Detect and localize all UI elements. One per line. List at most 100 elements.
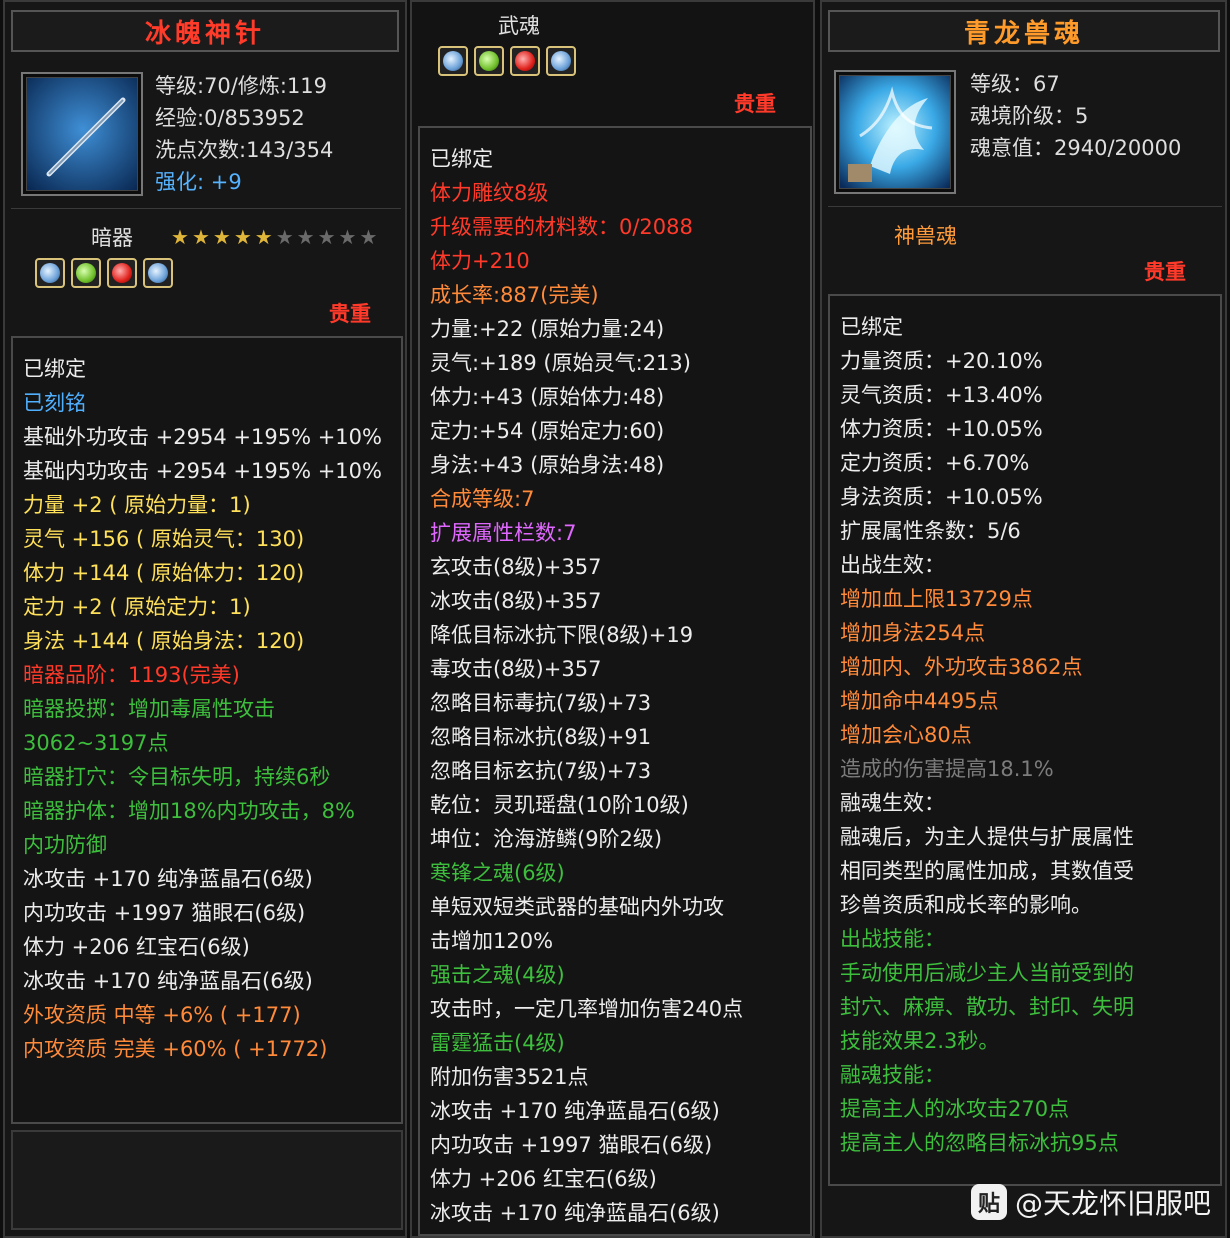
attribute-line: 暗器护体：增加18%内功攻击，8% — [23, 799, 355, 823]
attribute-line: 相同类型的属性加成，其数值受 — [840, 859, 1134, 883]
attribute-line: 灵气 +156 ( 原始灵气：130) — [23, 527, 305, 551]
enhance-label: 强化: +9 — [155, 170, 242, 194]
star-empty-icon: ★ — [296, 225, 315, 249]
attribute-line: 合成等级:7 — [430, 487, 535, 511]
attribute-line: 3062~3197点 — [23, 731, 169, 755]
attribute-line: 内攻资质 完美 +60% ( +1772) — [23, 1037, 328, 1061]
blue-gem-icon[interactable] — [35, 258, 65, 288]
item-reset-line: 洗点次数:143/354 — [155, 138, 334, 162]
needle-icon — [26, 77, 138, 191]
item-tooltip-beast-soul: 青龙兽魂 等级：67 魂境阶级：5 魂意值：2940/20000 神兽魂 贵重 … — [820, 0, 1227, 1238]
item-title-bar: 冰魄神针 — [11, 10, 399, 52]
attribute-line: 融魂生效： — [840, 791, 945, 815]
attribute-line: 冰攻击 +170 纯净蓝晶石(6级) — [23, 867, 313, 891]
star-filled-icon: ★ — [191, 225, 210, 249]
blue-gem-icon[interactable] — [143, 258, 173, 288]
item-title: 青龙兽魂 — [963, 18, 1084, 49]
attribute-line: 封穴、麻痹、散功、封印、失明 — [840, 995, 1134, 1019]
item-tooltip-weapon-soul: 武魂 贵重 已绑定 体力雕纹8级 升级需要的材料数：0/2088 体力+210 成长率:… — [410, 0, 815, 1238]
item-title-bar: 青龙兽魂 — [828, 10, 1220, 52]
attribute-line: 手动使用后减少主人当前受到的 — [840, 961, 1134, 985]
attribute-line: 已绑定 — [840, 315, 903, 339]
attribute-line: 增加命中4495点 — [840, 689, 999, 713]
attribute-line: 基础外功攻击 +2954 +195% +10% — [23, 425, 382, 449]
attribute-line: 内功攻击 +1997 猫眼石(6级) — [23, 901, 306, 925]
attribute-line: 忽略目标玄抗(7级)+73 — [430, 759, 652, 783]
star-empty-icon: ★ — [338, 225, 357, 249]
divider — [11, 208, 401, 209]
attribute-line: 坤位：沧海游鳞(9阶2级) — [430, 827, 663, 851]
item-level-line: 等级:70/修炼:119 — [155, 74, 328, 98]
item-exp-line: 经验:0/853952 — [155, 106, 305, 130]
blue-gem-icon[interactable] — [438, 46, 468, 76]
attribute-line: 体力 +144 ( 原始体力：120) — [23, 561, 305, 585]
star-filled-icon: ★ — [171, 225, 189, 249]
attribute-line: 融魂后，为主人提供与扩展属性 — [840, 825, 1134, 849]
attribute-line: 力量 +2 ( 原始力量：1) — [23, 493, 251, 517]
attribute-line: 成长率:887(完美) — [430, 283, 599, 307]
red-gem-icon[interactable] — [510, 46, 540, 76]
attribute-line: 身法资质：+10.05% — [840, 485, 1043, 509]
attribute-line: 毒攻击(8级)+357 — [430, 657, 602, 681]
attribute-line: 增加会心80点 — [840, 723, 972, 747]
attribute-line: 提高主人的忽略目标冰抗95点 — [840, 1131, 1119, 1155]
attribute-line: 忽略目标冰抗(8级)+91 — [430, 725, 652, 749]
star-filled-icon: ★ — [212, 225, 231, 249]
blue-gem-icon[interactable] — [546, 46, 576, 76]
valuable-tag: 贵重 — [329, 301, 371, 326]
star-empty-icon: ★ — [275, 225, 294, 249]
attribute-line: 雷霆猛击(4级) — [430, 1031, 565, 1055]
item-tooltip-hidden-weapon: 冰魄神针 等级:70/修炼:119 经验:0/853952 洗点次数:143/3… — [3, 0, 407, 1238]
attribute-line: 体力资质：+10.05% — [840, 417, 1043, 441]
gem-slots — [438, 46, 576, 76]
attribute-line: 定力资质：+6.70% — [840, 451, 1030, 475]
attribute-line: 内功攻击 +1997 猫眼石(6级) — [430, 1133, 713, 1157]
tooltip-footer — [11, 1130, 403, 1230]
attribute-line: 附加伤害3521点 — [430, 1065, 589, 1089]
divider — [828, 206, 1222, 207]
green-gem-icon[interactable] — [71, 258, 101, 288]
attribute-line: 身法 +144 ( 原始身法：120) — [23, 629, 305, 653]
attribute-line: 单短双短类武器的基础内外功攻 — [430, 895, 724, 919]
attribute-list: 已绑定 已刻铭 基础外功攻击 +2954 +195% +10% 基础内功攻击 +295… — [11, 336, 403, 1124]
attribute-line: 冰攻击 +170 纯净蓝晶石(6级) — [430, 1099, 720, 1123]
attribute-line: 击增加120% — [430, 929, 554, 953]
attribute-line: 降低目标冰抗下限(8级)+19 — [430, 623, 694, 647]
item-enhance-line: 强化: +9 — [155, 166, 242, 198]
attribute-line: 融魂技能： — [840, 1063, 945, 1087]
tieba-logo-icon: 贴 — [970, 1184, 1007, 1220]
attribute-line: 攻击时，一定几率增加伤害240点 — [430, 997, 744, 1021]
attribute-line: 定力 +2 ( 原始定力：1) — [23, 595, 251, 619]
attribute-line: 灵气资质：+13.40% — [840, 383, 1043, 407]
attribute-line: 体力 +206 红宝石(6级) — [23, 935, 250, 959]
watermark: 贴 @天龙怀旧服吧 — [970, 1182, 1211, 1222]
item-icon[interactable] — [834, 70, 956, 194]
star-empty-icon: ★ — [359, 225, 378, 249]
attribute-line: 出战生效： — [840, 553, 945, 577]
attribute-line: 暗器打穴：令目标失明，持续6秒 — [23, 765, 331, 789]
attribute-line: 身法:+43 (原始身法:48) — [430, 453, 665, 477]
attribute-line: 定力:+54 (原始定力:60) — [430, 419, 665, 443]
attribute-line: 升级需要的材料数：0/2088 — [430, 215, 693, 239]
soul-will-line: 魂意值：2940/20000 — [970, 136, 1182, 160]
attribute-line: 基础内功攻击 +2954 +195% +10% — [23, 459, 382, 483]
green-gem-icon[interactable] — [474, 46, 504, 76]
valuable-tag: 贵重 — [734, 91, 776, 116]
attribute-line: 提高主人的冰攻击270点 — [840, 1097, 1070, 1121]
item-icon[interactable] — [21, 72, 143, 196]
attribute-list: 已绑定 体力雕纹8级 升级需要的材料数：0/2088 体力+210 成长率:887(完美… — [418, 126, 812, 1236]
attribute-line: 体力雕纹8级 — [430, 181, 549, 205]
star-filled-icon: ★ — [233, 225, 252, 249]
attribute-line: 冰攻击 +170 纯净蓝晶石(6级) — [23, 969, 313, 993]
attribute-line: 忽略目标毒抗(7级)+73 — [430, 691, 652, 715]
red-gem-icon[interactable] — [107, 258, 137, 288]
attribute-line: 技能效果2.3秒。 — [840, 1029, 1000, 1053]
dragon-spirit-icon — [839, 75, 951, 189]
valuable-tag: 贵重 — [1144, 259, 1186, 284]
star-empty-icon: ★ — [317, 225, 336, 249]
attribute-line: 强击之魂(4级) — [430, 963, 565, 987]
soul-level-line: 等级：67 — [970, 72, 1060, 96]
item-category: 暗器 — [91, 226, 133, 250]
attribute-line: 增加内、外功攻击3862点 — [840, 655, 1083, 679]
gem-slots — [35, 258, 173, 288]
